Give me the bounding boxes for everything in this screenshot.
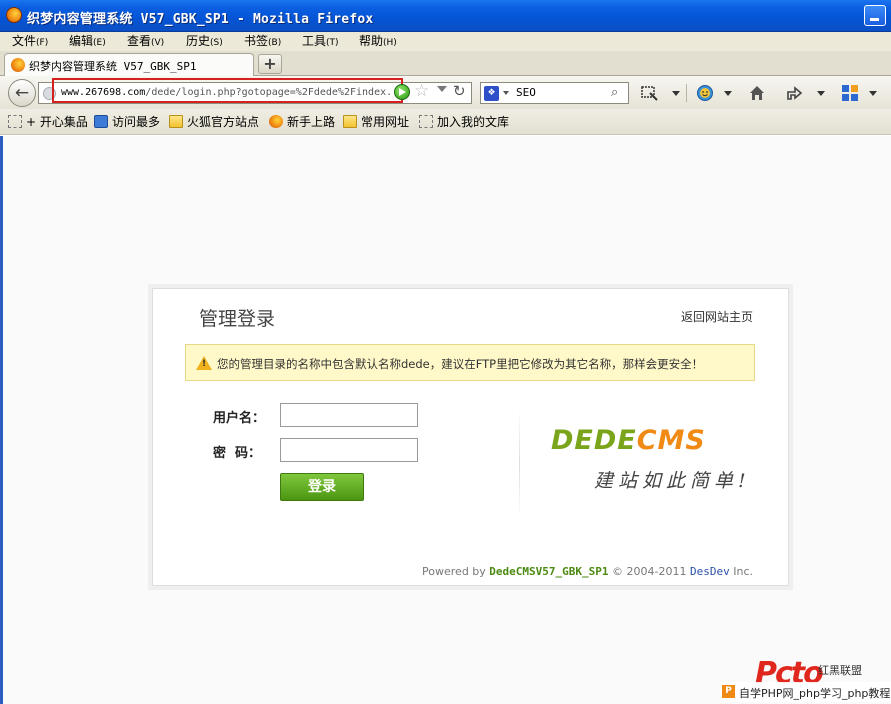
firefox-icon — [269, 115, 283, 128]
apps-dropdown-icon[interactable] — [869, 91, 877, 96]
username-input[interactable] — [280, 403, 418, 427]
panel-divider — [519, 409, 520, 519]
login-panel: 管理登录 返回网站主页 您的管理目录的名称中包含默认名称dede，建议在FTP里… — [152, 288, 789, 586]
slogan-text: 建站如此简单! — [594, 470, 751, 492]
bookmark-blank-icon — [419, 115, 433, 128]
back-button[interactable]: ← — [8, 79, 36, 107]
menu-file[interactable]: 文件(F) — [10, 32, 50, 51]
navigation-toolbar: ← www.267698.com/dede/login.php?gotopage… — [0, 76, 891, 109]
login-button[interactable]: 登录 — [280, 473, 364, 501]
share-icon[interactable] — [785, 84, 803, 102]
addon-dropdown-icon[interactable] — [724, 91, 732, 96]
bookmark-firefox-official[interactable]: 火狐官方站点 — [169, 113, 259, 131]
screenshot-dropdown-icon[interactable] — [672, 91, 680, 96]
bookmark-kaixin[interactable]: + 开心集品 — [8, 113, 88, 131]
search-bar[interactable]: ❖ SEO ⌕ — [480, 82, 629, 104]
folder-icon — [169, 115, 183, 128]
username-label: 用户名： — [213, 411, 266, 426]
folder-icon — [343, 115, 357, 128]
search-engine-icon[interactable]: ❖ — [484, 86, 499, 101]
menu-help[interactable]: 帮助(H) — [357, 32, 399, 51]
search-engine-dropdown-icon[interactable] — [503, 91, 509, 95]
warning-icon — [196, 356, 212, 370]
bookmark-add-library[interactable]: 加入我的文库 — [419, 113, 509, 131]
bookmark-most-visited[interactable]: 访问最多 — [94, 113, 160, 131]
apps-grid-icon[interactable] — [841, 84, 859, 102]
menu-history[interactable]: 历史(S) — [184, 32, 225, 51]
reload-icon[interactable]: ↻ — [453, 82, 466, 100]
bookmark-star-icon[interactable]: ☆ — [414, 81, 429, 101]
search-input[interactable]: SEO — [516, 86, 536, 99]
bookmark-blank-icon — [8, 115, 22, 128]
watermark: Pcto 红黑联盟 P 自学PHP网_php学习_php教程 — [720, 654, 891, 704]
bookmark-common-sites[interactable]: 常用网址 — [343, 113, 409, 131]
bookmark-getting-started[interactable]: 新手上路 — [269, 113, 335, 131]
minimize-button[interactable] — [864, 5, 886, 26]
menu-bar: 文件(F) 编辑(E) 查看(V) 历史(S) 书签(B) 工具(T) 帮助(H… — [0, 32, 891, 51]
go-icon[interactable] — [394, 84, 410, 100]
tab-label: 织梦内容管理系统 V57_GBK_SP1 — [29, 60, 197, 73]
url-dropdown-icon[interactable] — [437, 86, 447, 92]
warning-banner: 您的管理目录的名称中包含默认名称dede，建议在FTP里把它修改为其它名称，那样… — [185, 344, 755, 381]
back-home-link[interactable]: 返回网站主页 — [681, 308, 753, 325]
menu-edit[interactable]: 编辑(E) — [67, 32, 108, 51]
menu-view[interactable]: 查看(V) — [125, 32, 166, 51]
search-icon[interactable]: ⌕ — [611, 85, 618, 100]
tab-active[interactable]: 织梦内容管理系统 V57_GBK_SP1 — [4, 53, 254, 77]
menu-tools[interactable]: 工具(T) — [300, 32, 341, 51]
url-highlight-box — [52, 78, 403, 103]
firefox-icon — [6, 7, 22, 23]
dedecms-logo: DEDECMS — [551, 425, 706, 456]
bookmarks-toolbar: + 开心集品 访问最多 火狐官方站点 新手上路 常用网址 加入我的文库 — [0, 109, 891, 135]
bookmark-page-icon — [94, 115, 108, 128]
window-titlebar: 织梦内容管理系统 V57_GBK_SP1 - Mozilla Firefox — [0, 0, 891, 32]
screenshot-tool-icon[interactable] — [640, 84, 658, 102]
toolbar-separator — [686, 84, 687, 102]
warning-text: 您的管理目录的名称中包含默认名称dede，建议在FTP里把它修改为其它名称，那样… — [217, 357, 704, 371]
watermark-p-icon: P — [722, 685, 735, 698]
window-title: 织梦内容管理系统 V57_GBK_SP1 - Mozilla Firefox — [27, 12, 374, 27]
new-tab-button[interactable]: + — [258, 54, 282, 74]
watermark-bar-text: 自学PHP网_php学习_php教程 — [739, 687, 891, 700]
password-label: 密 码： — [213, 446, 262, 461]
home-icon[interactable] — [748, 84, 766, 102]
watermark-subtitle: 红黑联盟 — [818, 664, 862, 677]
tab-bar: 织梦内容管理系统 V57_GBK_SP1 + — [0, 51, 891, 77]
login-title: 管理登录 — [199, 308, 276, 330]
powered-by-footer: Powered by DedeCMSV57_GBK_SP1 © 2004-201… — [422, 565, 753, 578]
share-dropdown-icon[interactable] — [817, 91, 825, 96]
menu-bookmarks[interactable]: 书签(B) — [242, 32, 283, 51]
addon-smiley-icon[interactable] — [696, 84, 714, 102]
watermark-bar: P 自学PHP网_php学习_php教程 — [720, 682, 891, 702]
password-input[interactable] — [280, 438, 418, 462]
tab-favicon-icon — [11, 58, 25, 72]
